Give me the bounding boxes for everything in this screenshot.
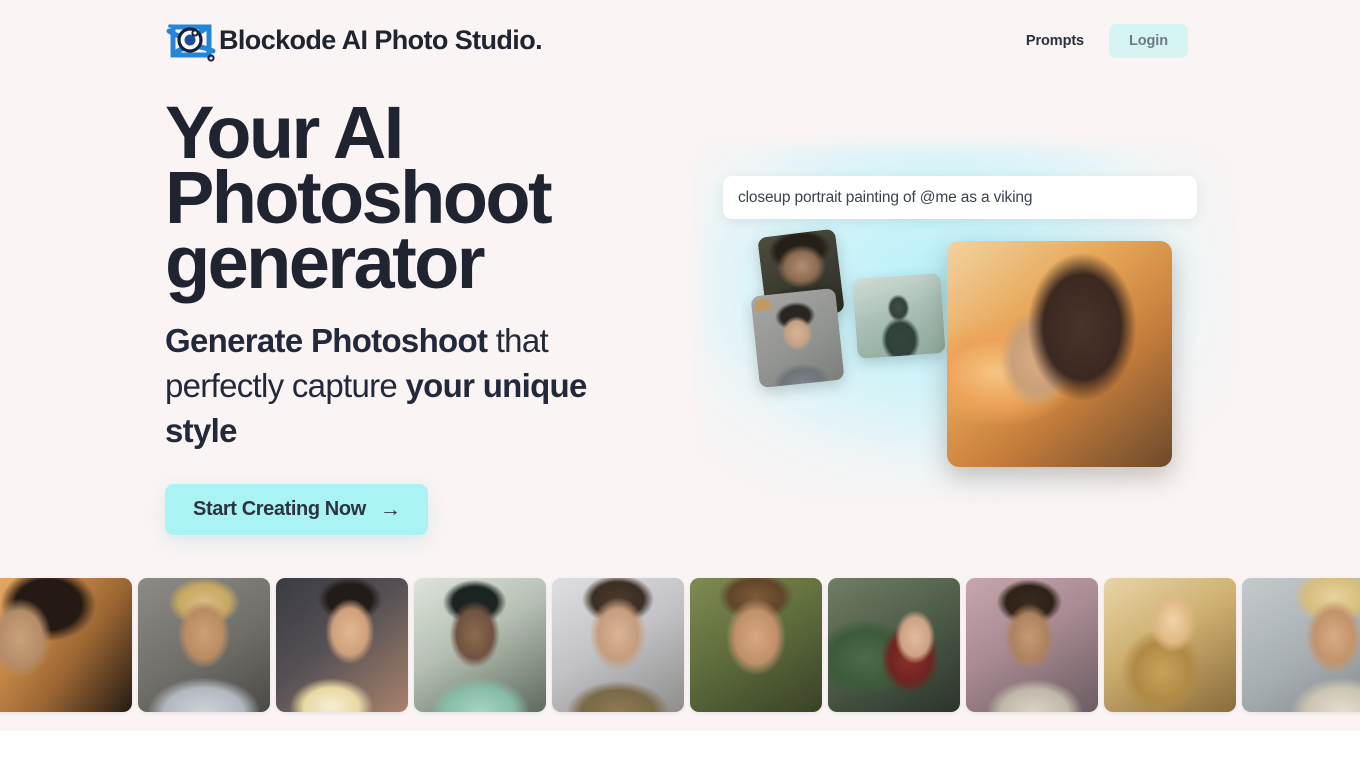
login-button[interactable]: Login (1109, 23, 1188, 58)
gallery-item-8[interactable] (966, 578, 1098, 712)
brand-title: Blockode AI Photo Studio. (219, 25, 543, 55)
nav-actions: Prompts Login (1026, 23, 1188, 58)
gallery-item-10[interactable] (1242, 578, 1360, 712)
hero-portrait-viking-woman[interactable] (947, 241, 1172, 467)
gallery-item-3[interactable] (276, 578, 408, 712)
prompt-input[interactable]: closeup portrait painting of @me as a vi… (723, 176, 1197, 219)
prompt-input-value: closeup portrait painting of @me as a vi… (738, 188, 1033, 206)
hero-left-column: Your AI Photoshoot generator Generate Ph… (165, 96, 725, 535)
headline-line-3: generator (165, 221, 486, 305)
gallery-item-6[interactable] (690, 578, 822, 712)
gallery-item-4[interactable] (414, 578, 546, 712)
hero-section: Blockode AI Photo Studio. Prompts Login … (0, 0, 1360, 731)
navbar: Blockode AI Photo Studio. Prompts Login (0, 0, 1360, 81)
gallery-item-7[interactable] (828, 578, 960, 712)
landing-page: Blockode AI Photo Studio. Prompts Login … (0, 0, 1360, 764)
collage-thumb-teal-backview[interactable] (852, 273, 946, 359)
collage-thumb-gray-portrait[interactable] (750, 287, 845, 389)
gallery-strip (0, 578, 1360, 712)
subhead-bold-1: Generate Photoshoot (165, 322, 488, 360)
nav-link-prompts[interactable]: Prompts (1026, 33, 1084, 49)
gallery-item-9[interactable] (1104, 578, 1236, 712)
page-title: Your AI Photoshoot generator (165, 96, 725, 300)
hero-right-column: closeup portrait painting of @me as a vi… (690, 140, 1230, 520)
gallery-item-2[interactable] (138, 578, 270, 712)
gallery-item-1[interactable] (0, 578, 132, 712)
brand-logo[interactable]: Blockode AI Photo Studio. (165, 17, 543, 65)
start-creating-button[interactable]: Start Creating Now → (165, 484, 429, 535)
camera-aperture-icon (165, 17, 219, 65)
cta-label: Start Creating Now (193, 498, 366, 520)
gallery-item-5[interactable] (552, 578, 684, 712)
hero-subheading: Generate Photoshoot that perfectly captu… (165, 319, 635, 454)
arrow-right-icon: → (379, 498, 401, 521)
